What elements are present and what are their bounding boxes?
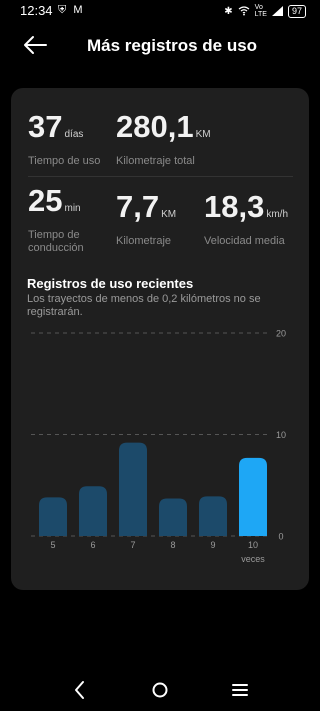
- status-bar: 12:34 ⛨ M ✱ Vo LTE 97: [0, 0, 320, 22]
- chart-bar: [199, 496, 227, 536]
- wifi-icon: [238, 6, 250, 16]
- nav-back-button[interactable]: [68, 678, 92, 702]
- usage-card: 37 días Tiempo de uso 280,1 KM Kilometraje…: [11, 88, 309, 590]
- y-tick-label: 20: [276, 329, 286, 339]
- chart-bar: [119, 442, 147, 536]
- x-tick-label: 5: [50, 540, 55, 550]
- battery-indicator: 97: [287, 4, 306, 18]
- x-tick-label: 7: [130, 540, 135, 550]
- chart-bar: [39, 497, 67, 536]
- x-tick-label: 10: [248, 540, 258, 550]
- status-right-icons: ✱ Vo LTE 97: [224, 4, 306, 18]
- back-triangle-icon: [75, 681, 84, 699]
- home-circle-icon: [152, 682, 168, 698]
- header: Más registros de uso: [0, 30, 320, 62]
- volte-lte-icon: Vo LTE: [254, 4, 267, 18]
- x-tick-label: 6: [90, 540, 95, 550]
- menu-lines-icon: [232, 684, 248, 696]
- shield-icon: ⛨: [58, 4, 69, 16]
- nav-home-button[interactable]: [148, 678, 172, 702]
- usage-bar-chart: 0 10 20 5 6 7 8 9 10 veces: [31, 329, 286, 564]
- back-button[interactable]: [22, 34, 48, 56]
- x-axis-label: veces: [241, 554, 265, 564]
- chart-bar: [239, 457, 267, 536]
- navigation-bar: [0, 670, 320, 710]
- back-arrow-icon: [24, 36, 47, 54]
- x-tick-label: 8: [170, 540, 175, 550]
- page-title: Más registros de uso: [87, 36, 258, 55]
- status-time: 12:34: [20, 3, 53, 18]
- chart-bar: [79, 486, 107, 536]
- chart-bar: [159, 498, 187, 536]
- bluetooth-icon: ✱: [224, 5, 233, 17]
- y-tick-label: 0: [278, 532, 283, 542]
- nav-menu-button[interactable]: [228, 678, 252, 702]
- y-tick-label: 10: [276, 430, 286, 440]
- status-left-icons: ⛨ M: [58, 4, 84, 17]
- signal-icon: [271, 6, 283, 16]
- x-tick-label: 9: [210, 540, 215, 550]
- gmail-icon: M: [73, 4, 85, 16]
